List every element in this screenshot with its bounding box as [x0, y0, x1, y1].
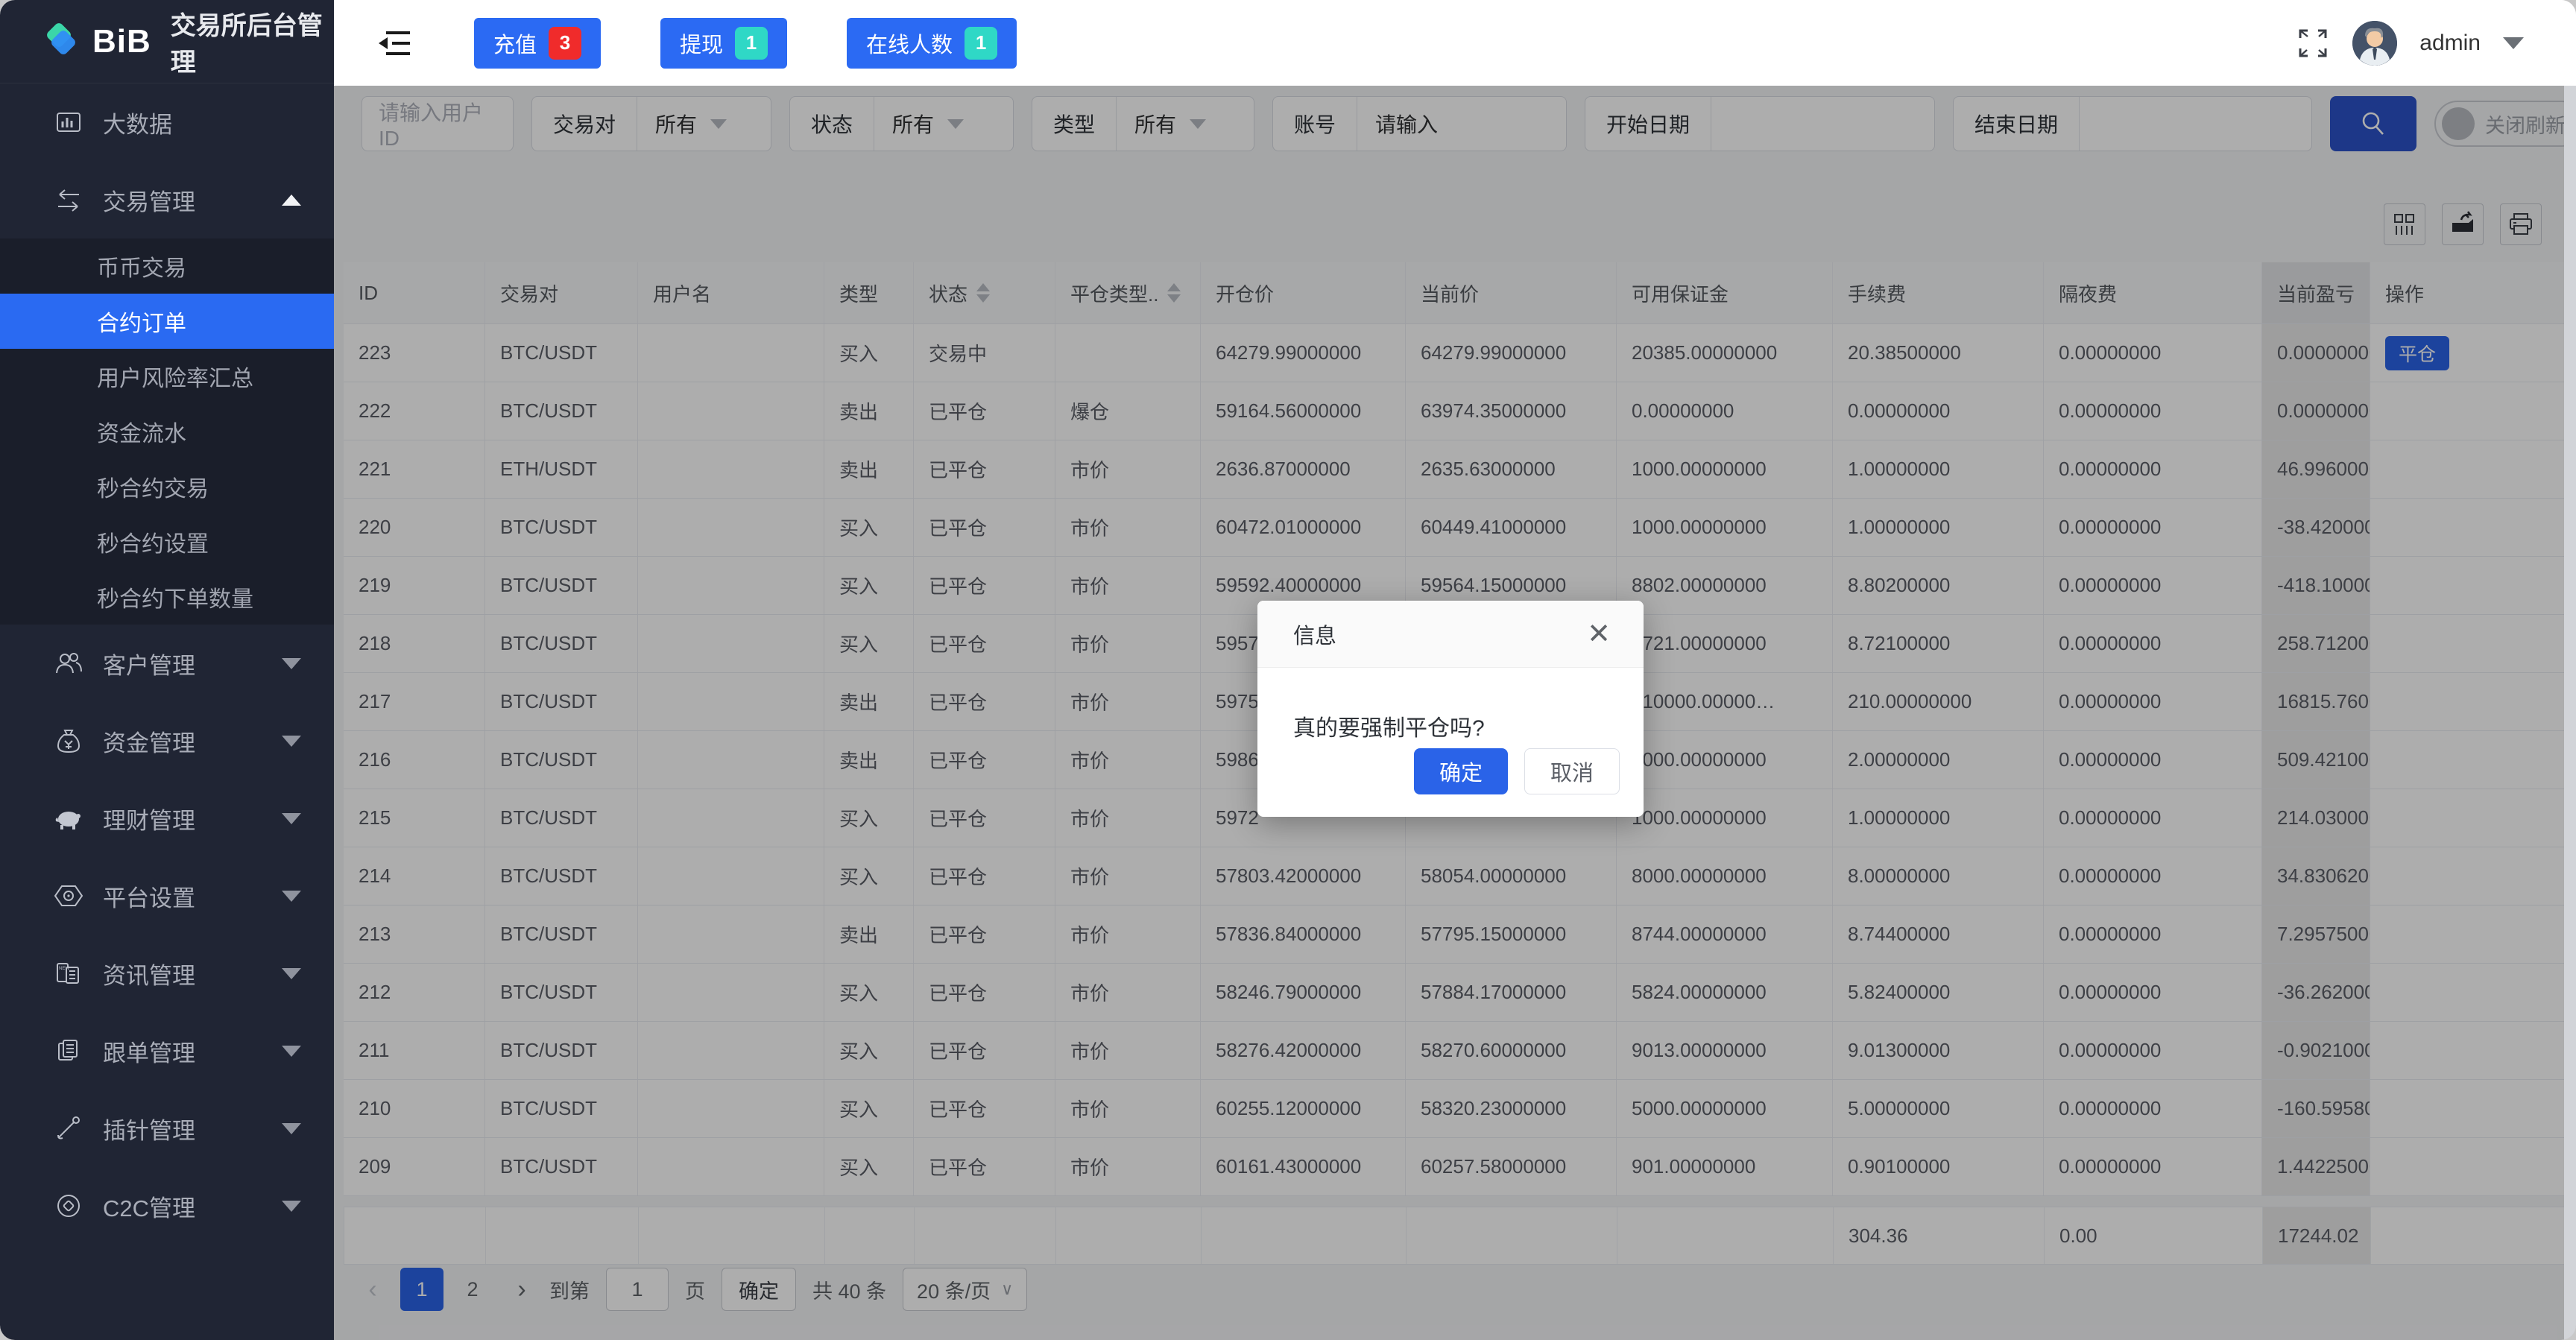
dialog-title: 信息	[1293, 624, 1337, 648]
sidebar-item-资讯管理[interactable]: NEW 资讯管理	[0, 935, 334, 1012]
fullscreen-icon[interactable]	[2296, 26, 2330, 60]
sidebar-item-合约订单[interactable]: 合约订单	[0, 294, 334, 349]
sidebar-item-资金流水[interactable]: 资金流水	[0, 404, 334, 459]
sidebar-item-用户风险率汇总[interactable]: 用户风险率汇总	[0, 349, 334, 404]
sidebar-item-插针管理[interactable]: 插针管理	[0, 1090, 334, 1167]
sidebar-item-大数据[interactable]: 大数据	[0, 83, 334, 161]
news-icon: NEW	[54, 958, 83, 988]
sidebar-item-秒合约交易[interactable]: 秒合约交易	[0, 459, 334, 514]
caret-down-icon	[282, 812, 301, 824]
online-users-badge: 1	[965, 26, 998, 60]
online-users-button[interactable]: 在线人数 1	[847, 17, 1017, 69]
caret-down-icon	[282, 657, 301, 669]
user-avatar[interactable]	[2352, 20, 2398, 66]
dialog-header: 信息 ✕	[1257, 601, 1644, 668]
app-window: BiB 交易所后台管理 大数据 交易管理 币币交易 合约订单 用户风险率汇总 资金流水 秒合…	[0, 0, 2576, 1340]
caret-down-icon	[282, 967, 301, 979]
sidebar-item-币币交易[interactable]: 币币交易	[0, 238, 334, 294]
logo-text: BiB	[92, 22, 151, 60]
sidebar-item-秒合约下单数量[interactable]: 秒合约下单数量	[0, 569, 334, 625]
svg-text:NEW: NEW	[59, 967, 69, 971]
main-area: 充值 3 提现 1 在线人数 1 admin 请输入用户ID 交易对 所有 状态…	[334, 0, 2576, 1340]
topbar: 充值 3 提现 1 在线人数 1 admin	[334, 0, 2576, 86]
sidebar-item-客户管理[interactable]: 客户管理	[0, 625, 334, 702]
dialog-confirm-button[interactable]: 确定	[1413, 748, 1508, 794]
app-title: 交易所后台管理	[170, 11, 323, 77]
piggy-icon	[54, 803, 83, 833]
recharge-label: 充值	[493, 33, 537, 57]
username-text[interactable]: admin	[2419, 31, 2481, 56]
caret-down-icon	[282, 735, 301, 747]
recharge-badge: 3	[549, 26, 582, 60]
recharge-button[interactable]: 充值 3	[474, 17, 602, 69]
caret-down-icon	[282, 1045, 301, 1057]
dialog-footer: 确定 取消	[1413, 748, 1620, 794]
users-icon	[54, 648, 83, 678]
user-menu-caret-icon[interactable]	[2503, 37, 2524, 49]
sidebar-item-资金管理[interactable]: 资金管理	[0, 702, 334, 780]
eye-icon	[54, 881, 83, 911]
sidebar-item-理财管理[interactable]: 理财管理	[0, 780, 334, 857]
moneybag-icon	[54, 726, 83, 756]
sidebar-item-平台设置[interactable]: 平台设置	[0, 857, 334, 935]
logo-row: BiB 交易所后台管理	[0, 0, 334, 83]
chart-icon	[54, 107, 83, 137]
sidebar-item-秒合约设置[interactable]: 秒合约设置	[0, 514, 334, 569]
confirm-close-position-dialog: 信息 ✕ 真的要强制平仓吗? 确定 取消	[1257, 601, 1644, 817]
dialog-message: 真的要强制平仓吗?	[1293, 716, 1485, 741]
sidebar-collapse-icon[interactable]	[376, 27, 414, 60]
scrollbar-track[interactable]	[2564, 86, 2576, 1340]
caret-down-icon	[282, 1122, 301, 1134]
docs-icon	[54, 1036, 83, 1066]
coin-icon	[54, 1191, 83, 1221]
sidebar: BiB 交易所后台管理 大数据 交易管理 币币交易 合约订单 用户风险率汇总 资金流水 秒合…	[0, 0, 334, 1340]
caret-down-icon	[282, 1200, 301, 1212]
sidebar-item-C2C管理[interactable]: C2C管理	[0, 1167, 334, 1245]
dialog-close-icon[interactable]: ✕	[1587, 620, 1611, 648]
withdraw-button[interactable]: 提现 1	[660, 17, 788, 69]
withdraw-badge: 1	[735, 26, 768, 60]
caret-down-icon	[282, 890, 301, 902]
sidebar-item-跟单管理[interactable]: 跟单管理	[0, 1012, 334, 1090]
sidebar-item-交易管理[interactable]: 交易管理	[0, 161, 334, 238]
dialog-cancel-button[interactable]: 取消	[1524, 748, 1620, 794]
content-area: 请输入用户ID 交易对 所有 状态 所有 类型 所有 账号 请输入 开始日期 结…	[334, 86, 2576, 1340]
swap-icon	[54, 185, 83, 215]
withdraw-label: 提现	[680, 33, 724, 57]
online-users-label: 在线人数	[866, 33, 953, 57]
brand-logo-icon	[39, 21, 80, 63]
sidebar-menu: 大数据 交易管理 币币交易 合约订单 用户风险率汇总 资金流水 秒合约交易 秒合约设置 秒合约下…	[0, 83, 334, 1340]
submenu-交易管理: 币币交易 合约订单 用户风险率汇总 资金流水 秒合约交易 秒合约设置 秒合约下单数量	[0, 238, 334, 625]
pin-icon	[54, 1113, 83, 1143]
caret-up-icon	[282, 194, 301, 206]
